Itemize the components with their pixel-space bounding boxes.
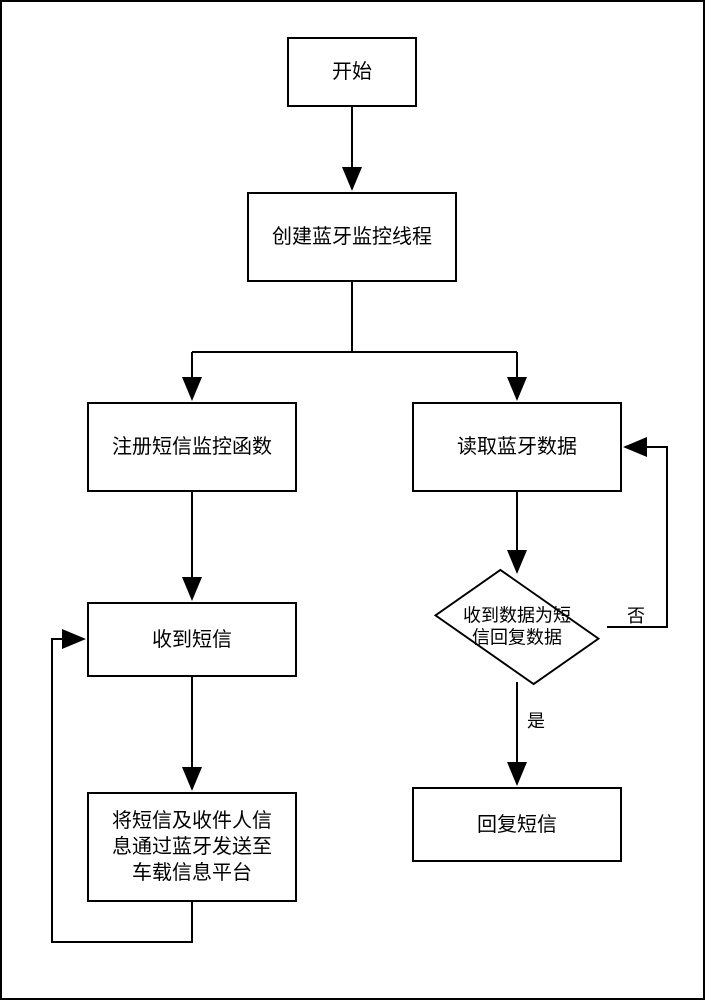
node-label: 将短信及收件人信息通过蓝牙发送至车载信息平台 (112, 808, 272, 886)
node-decision: 收到数据为短信回复数据 (427, 572, 607, 682)
node-label: 创建蓝牙监控线程 (272, 224, 432, 250)
decision-no-label: 否 (627, 602, 645, 628)
node-receive: 收到短信 (87, 602, 297, 677)
node-label: 注册短信监控函数 (112, 434, 272, 460)
node-label: 回复短信 (477, 812, 557, 838)
node-send: 将短信及收件人信息通过蓝牙发送至车载信息平台 (87, 792, 297, 902)
node-label: 读取蓝牙数据 (457, 434, 577, 460)
decision-yes-label: 是 (527, 707, 545, 733)
node-label: 开始 (332, 59, 372, 85)
node-start: 开始 (287, 37, 417, 107)
node-label: 收到短信 (152, 627, 232, 653)
node-register: 注册短信监控函数 (87, 402, 297, 492)
node-reply: 回复短信 (412, 787, 622, 862)
node-create: 创建蓝牙监控线程 (247, 192, 457, 282)
node-label: 收到数据为短信回复数据 (463, 605, 571, 648)
node-read: 读取蓝牙数据 (412, 402, 622, 492)
